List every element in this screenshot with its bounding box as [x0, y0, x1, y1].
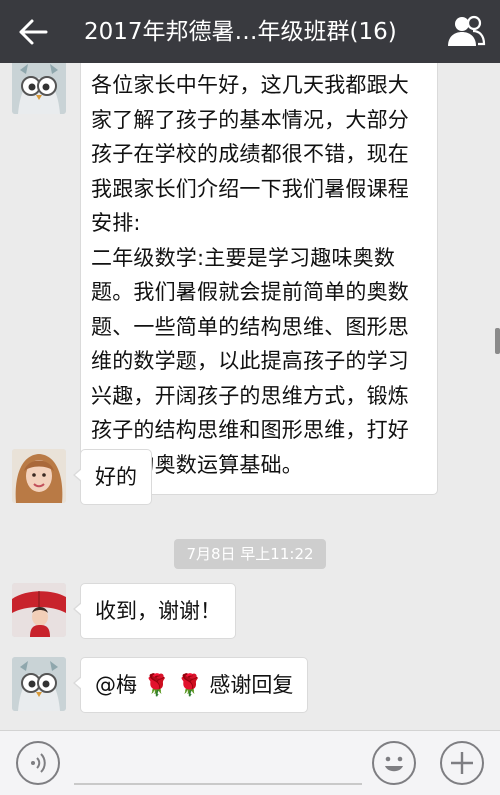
girl-avatar[interactable]: [12, 583, 66, 637]
owl-avatar[interactable]: [12, 63, 66, 114]
input-bar: [0, 730, 500, 795]
top-bar: 2017年邦德暑…年级班群(16): [0, 0, 500, 63]
voice-button[interactable]: [16, 741, 60, 785]
emoji-button[interactable]: [372, 741, 416, 785]
more-button[interactable]: [440, 741, 484, 785]
plus-icon: [451, 752, 473, 774]
chat-area[interactable]: 各位家长中午好，这几天我都跟大家了解了孩子的基本情况，大部分孩子在学校的成绩都很…: [0, 63, 500, 730]
message-bubble[interactable]: 各位家长中午好，这几天我都跟大家了解了孩子的基本情况，大部分孩子在学校的成绩都很…: [80, 63, 438, 495]
group-members-icon[interactable]: [446, 14, 486, 48]
woman-avatar[interactable]: [12, 449, 66, 503]
message-bubble[interactable]: 收到，谢谢！: [73, 583, 236, 639]
message-input[interactable]: [74, 743, 362, 785]
voice-icon: [31, 753, 46, 773]
owl-avatar[interactable]: [12, 657, 66, 711]
message-bubble[interactable]: 好的: [73, 449, 152, 505]
back-arrow-icon[interactable]: [18, 18, 48, 46]
emoji-icon: [385, 756, 403, 772]
chat-title: 2017年邦德暑…年级班群(16): [84, 19, 397, 45]
message-bubble[interactable]: @梅 🌹 🌹 感谢回复: [72, 657, 309, 713]
timestamp: 7月8日 早上11:22: [174, 539, 326, 569]
scroll-indicator[interactable]: [495, 328, 500, 354]
